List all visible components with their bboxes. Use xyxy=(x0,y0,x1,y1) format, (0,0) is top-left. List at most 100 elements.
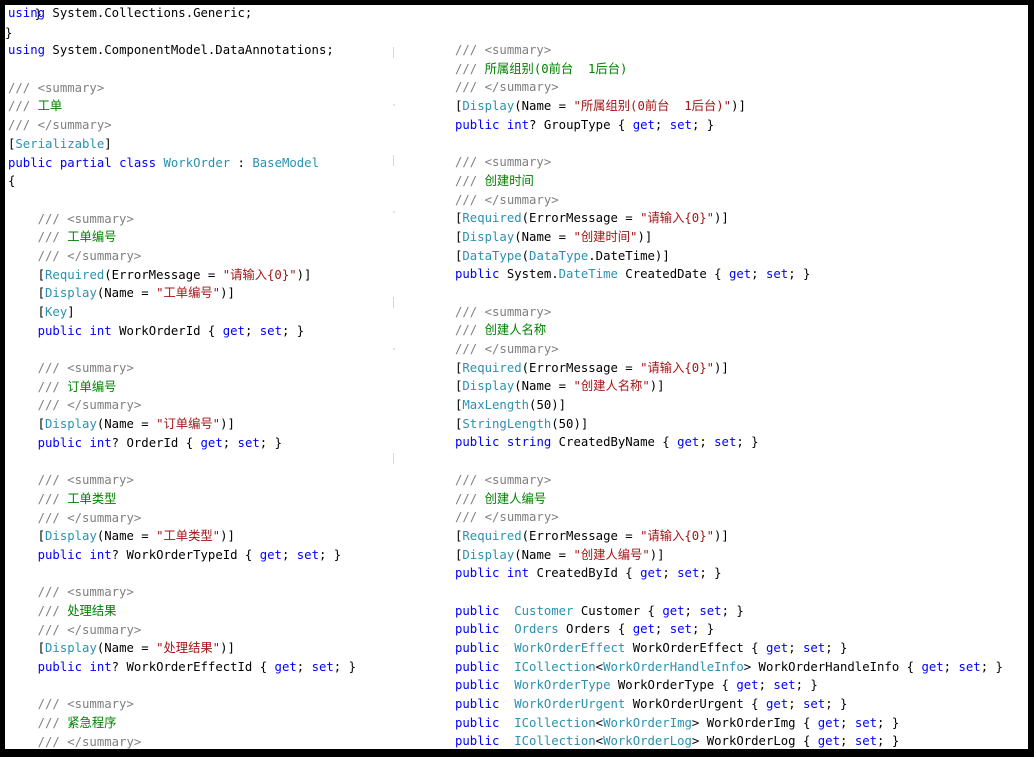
code-token-pun: ; } xyxy=(319,547,342,562)
code-line: /// 创建时间 xyxy=(455,172,1028,191)
code-token-kw: int xyxy=(506,566,530,581)
code-line: /// 紧急程序 xyxy=(8,714,408,733)
code-token-pun xyxy=(499,716,514,730)
code-line: /// </summary> xyxy=(8,621,408,640)
code-line: [Key] xyxy=(8,303,408,322)
code-token-typ: Customer xyxy=(514,603,574,618)
code-token-pun xyxy=(8,548,38,562)
code-token-pun: )] xyxy=(296,267,312,282)
code-token-kw: public xyxy=(455,659,500,674)
code-token-pun: )] xyxy=(220,286,235,301)
code-token-pun xyxy=(499,697,514,711)
code-token-pun: ? GroupType { xyxy=(529,117,633,132)
code-token-kw: public xyxy=(8,155,53,170)
code-token-kw: public xyxy=(37,435,83,450)
code-token-pun: ; xyxy=(699,435,715,450)
code-token-kw: get xyxy=(640,566,663,581)
code-token-kw: int xyxy=(89,547,112,562)
code-token-pun: ; } xyxy=(259,435,282,450)
code-token-pun: ; } xyxy=(691,117,715,132)
code-token-pun: ; xyxy=(654,117,670,132)
code-token-doc: 创建时间 xyxy=(484,173,534,188)
code-line: /// </summary> xyxy=(455,340,1028,359)
code-token-kw: get xyxy=(736,678,759,693)
code-line: [Display(Name = "创建人编号")] xyxy=(455,546,1028,565)
code-token-str: "请输入{0}" xyxy=(640,528,715,543)
code-token-cmt: /// </summary> xyxy=(8,118,112,133)
code-line: /// </summary> xyxy=(8,396,408,415)
code-token-kw: set xyxy=(803,697,826,712)
code-token-pun: { xyxy=(8,174,16,189)
code-token-pun: [ xyxy=(8,267,46,282)
code-line: [Required(ErrorMessage = "请输入{0}")] xyxy=(455,359,1028,378)
code-token-pun: )] xyxy=(220,641,235,656)
code-token-cmt: /// <summary> xyxy=(455,472,552,487)
code-token-pun: ; } xyxy=(825,641,848,655)
code-token-pun xyxy=(112,156,119,170)
code-token-pun: System.ComponentModel.DataAnnotations; xyxy=(45,43,334,58)
code-token-kw: get xyxy=(817,715,840,730)
code-token-typ: ICollection xyxy=(514,659,596,674)
code-token-pun: WorkOrderEffect { xyxy=(625,641,766,655)
code-token-kw: get xyxy=(662,603,685,618)
code-line: public int WorkOrderId { get; set; } xyxy=(8,322,408,341)
code-line: [Display(Name = "创建人名称")] xyxy=(455,377,1028,396)
code-line: using System.Collections.Generic; xyxy=(8,5,408,23)
code-token-pun: ; } xyxy=(877,715,900,730)
code-token-typ: DateTime xyxy=(558,267,618,282)
code-token-doc: 所属组别(0前台 1后台) xyxy=(484,61,628,76)
code-token-kw: set xyxy=(296,547,319,562)
code-token-typ: WorkOrderHandleInfo xyxy=(603,659,744,674)
code-token-kw: set xyxy=(773,678,796,693)
code-token-pun: ? WorkOrderTypeId { xyxy=(111,547,260,562)
code-token-cmt: /// <summary> xyxy=(455,155,552,170)
code-token-kw: set xyxy=(714,435,737,450)
code-line: public WorkOrderType WorkOrderType { get… xyxy=(455,676,1028,695)
code-line: public int? OrderId { get; set; } xyxy=(8,434,408,453)
code-token-typ: StringLength xyxy=(462,416,552,431)
code-token-kw: public xyxy=(37,660,83,675)
code-token-kw: public xyxy=(455,734,500,749)
code-token-pun: (ErrorMessage = xyxy=(104,267,223,282)
code-line: /// <summary> xyxy=(8,79,408,98)
code-token-kw: set xyxy=(237,435,260,450)
code-line: public partial class WorkOrder : BaseMod… xyxy=(8,154,408,173)
code-column-left[interactable]: using System.Collections.Generic; using … xyxy=(8,5,408,749)
code-token-kw: class xyxy=(119,155,157,170)
code-line: [Display(Name = "处理结果")] xyxy=(8,639,408,658)
code-token-cmt: /// xyxy=(8,716,68,731)
code-token-cmt: /// xyxy=(8,230,68,245)
editor-surface[interactable]: using System.Collections.Generic; using … xyxy=(5,5,1028,749)
code-token-pun: CreatedById { xyxy=(529,566,641,581)
code-token-pun: (Name = xyxy=(514,547,574,562)
code-token-pun xyxy=(499,604,514,618)
code-token-pun: ; xyxy=(296,660,312,675)
code-line: [Display(Name = "工单类型")] xyxy=(8,527,408,546)
code-token-kw: public xyxy=(455,622,500,637)
code-token-pun xyxy=(499,660,514,674)
code-token-str: "请输入{0}" xyxy=(640,360,715,375)
code-token-pun: ; xyxy=(751,267,766,282)
code-token-doc: 处理结果 xyxy=(67,604,117,618)
code-line: /// 处理结果 xyxy=(8,602,408,621)
code-token-cmt: /// </summary> xyxy=(8,622,142,637)
code-token-cmt: /// </summary> xyxy=(455,510,559,525)
code-token-str: "创建人编号" xyxy=(573,547,650,562)
code-token-pun: ; } xyxy=(281,323,305,338)
code-line: /// </summary> xyxy=(455,78,1028,97)
code-token-cmt: /// <summary> xyxy=(8,361,134,376)
code-token-kw: public xyxy=(455,678,500,693)
code-token-kw: get xyxy=(200,435,223,450)
code-token-kw: get xyxy=(817,734,840,749)
code-token-typ: ICollection xyxy=(514,715,596,730)
code-column-right[interactable]: /// <summary>/// 所属组别(0前台 1后台)/// </summ… xyxy=(455,41,1028,749)
code-token-pun: ; } xyxy=(691,622,715,637)
code-token-pun: WorkOrderId { xyxy=(111,323,223,338)
code-token-pun: WorkOrderType { xyxy=(610,678,737,693)
code-token-pun: (50)] xyxy=(551,416,589,431)
code-line: public int? WorkOrderTypeId { get; set; … xyxy=(8,546,408,565)
